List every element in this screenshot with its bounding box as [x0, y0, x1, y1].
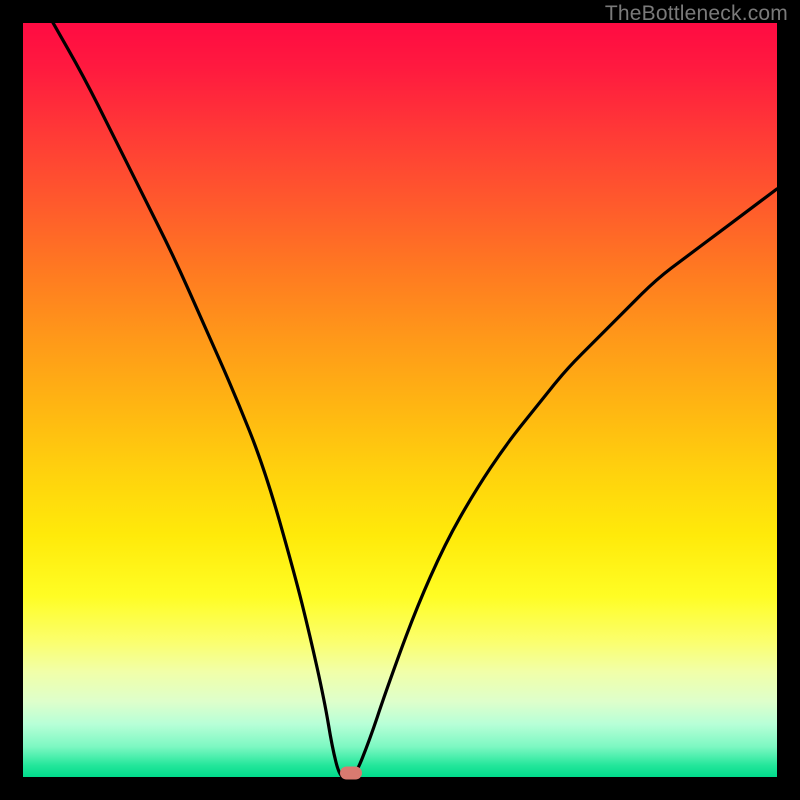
bottleneck-curve: [23, 23, 777, 777]
watermark-text: TheBottleneck.com: [605, 2, 788, 26]
chart-frame: TheBottleneck.com: [0, 0, 800, 800]
optimum-marker: [340, 767, 362, 780]
